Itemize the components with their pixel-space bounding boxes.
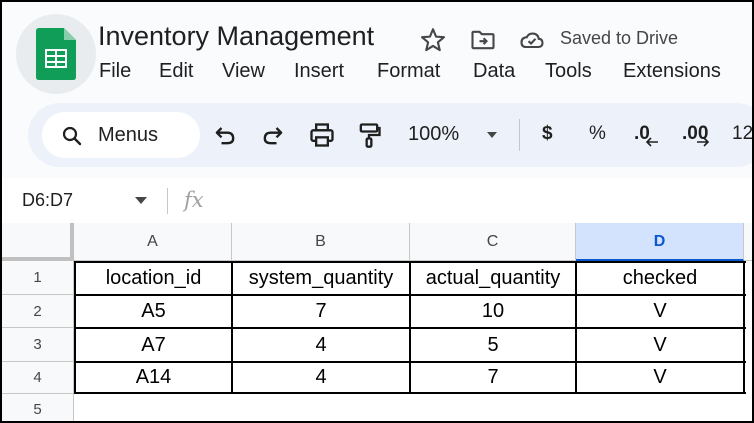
toolbar-divider <box>519 119 520 151</box>
row-header-1[interactable]: 1 <box>2 261 74 295</box>
menu-view[interactable]: View <box>222 60 265 83</box>
zoom-select[interactable]: 100% <box>408 123 459 146</box>
formula-bar-divider <box>167 188 168 214</box>
cell-c3[interactable]: 5 <box>411 329 575 361</box>
column-header-a[interactable]: A <box>74 223 232 261</box>
cloud-done-icon[interactable] <box>518 26 546 54</box>
menu-extensions[interactable]: Extensions <box>623 60 721 83</box>
menu-insert[interactable]: Insert <box>294 60 344 83</box>
more-formats-button[interactable]: 123 <box>732 123 752 145</box>
cell-b2[interactable]: 7 <box>233 296 409 327</box>
save-status[interactable]: Saved to Drive <box>560 28 678 49</box>
cell-a4[interactable]: A14 <box>76 363 231 392</box>
menu-edit[interactable]: Edit <box>159 60 193 83</box>
menu-file[interactable]: File <box>99 60 131 83</box>
column-header-d[interactable]: D <box>576 223 744 261</box>
name-box-chevron-down-icon[interactable] <box>135 197 147 205</box>
row-header-5[interactable]: 5 <box>2 394 74 421</box>
print-icon[interactable] <box>308 121 336 149</box>
search-icon <box>62 126 82 146</box>
cell-c1[interactable]: actual_quantity <box>411 263 575 294</box>
paint-format-icon[interactable] <box>355 121 383 149</box>
move-to-folder-icon[interactable] <box>469 26 497 54</box>
column-header-b[interactable]: B <box>232 223 410 261</box>
cell-c2[interactable]: 10 <box>411 296 575 327</box>
cell-c4[interactable]: 7 <box>411 363 575 392</box>
formula-input[interactable] <box>222 188 732 214</box>
zoom-chevron-down-icon[interactable] <box>484 127 500 143</box>
undo-icon[interactable] <box>211 121 239 149</box>
row-header-4[interactable]: 4 <box>2 362 74 394</box>
cell-a3[interactable]: A7 <box>76 329 231 361</box>
row-header-3[interactable]: 3 <box>2 328 74 362</box>
column-header-c[interactable]: C <box>410 223 576 261</box>
cell-a1[interactable]: location_id <box>76 263 231 294</box>
app-window: Inventory Management Saved to Drive File… <box>0 0 754 423</box>
cell-a2[interactable]: A5 <box>76 296 231 327</box>
cell-border <box>743 261 745 394</box>
search-menus-box[interactable]: Menus <box>42 112 200 158</box>
fx-icon: fx <box>184 188 204 212</box>
cell-d2[interactable]: V <box>577 296 743 327</box>
redo-icon[interactable] <box>259 121 287 149</box>
menu-tools[interactable]: Tools <box>545 60 592 83</box>
name-box[interactable]: D6:D7 <box>22 190 73 211</box>
search-menus-label: Menus <box>98 124 159 146</box>
cell-b1[interactable]: system_quantity <box>233 263 409 294</box>
cell-b4[interactable]: 4 <box>233 363 409 392</box>
percent-format-button[interactable]: % <box>589 123 606 145</box>
row-header-2[interactable]: 2 <box>2 295 74 328</box>
currency-format-button[interactable]: $ <box>542 123 553 145</box>
sheet-grid[interactable]: A B C D 1 2 3 4 5 location_id system_qua… <box>2 223 752 421</box>
star-icon[interactable] <box>419 26 447 54</box>
cell-b3[interactable]: 4 <box>233 329 409 361</box>
document-title[interactable]: Inventory Management <box>98 21 374 52</box>
arrow-right-icon <box>697 137 710 147</box>
menu-format[interactable]: Format <box>377 60 440 83</box>
menu-data[interactable]: Data <box>473 60 515 83</box>
sheets-home-button[interactable] <box>16 14 96 94</box>
column-header-e[interactable] <box>744 223 752 261</box>
toolbar: Menus 100% $ % .0 .00 12 <box>28 103 752 167</box>
sheets-logo-icon <box>36 28 76 80</box>
arrow-left-icon <box>645 137 658 147</box>
cell-d1[interactable]: checked <box>577 263 743 294</box>
cell-d3[interactable]: V <box>577 329 743 361</box>
select-all-corner[interactable] <box>2 223 74 261</box>
cell-d4[interactable]: V <box>577 363 743 392</box>
formula-bar: D6:D7 fx <box>2 178 752 223</box>
